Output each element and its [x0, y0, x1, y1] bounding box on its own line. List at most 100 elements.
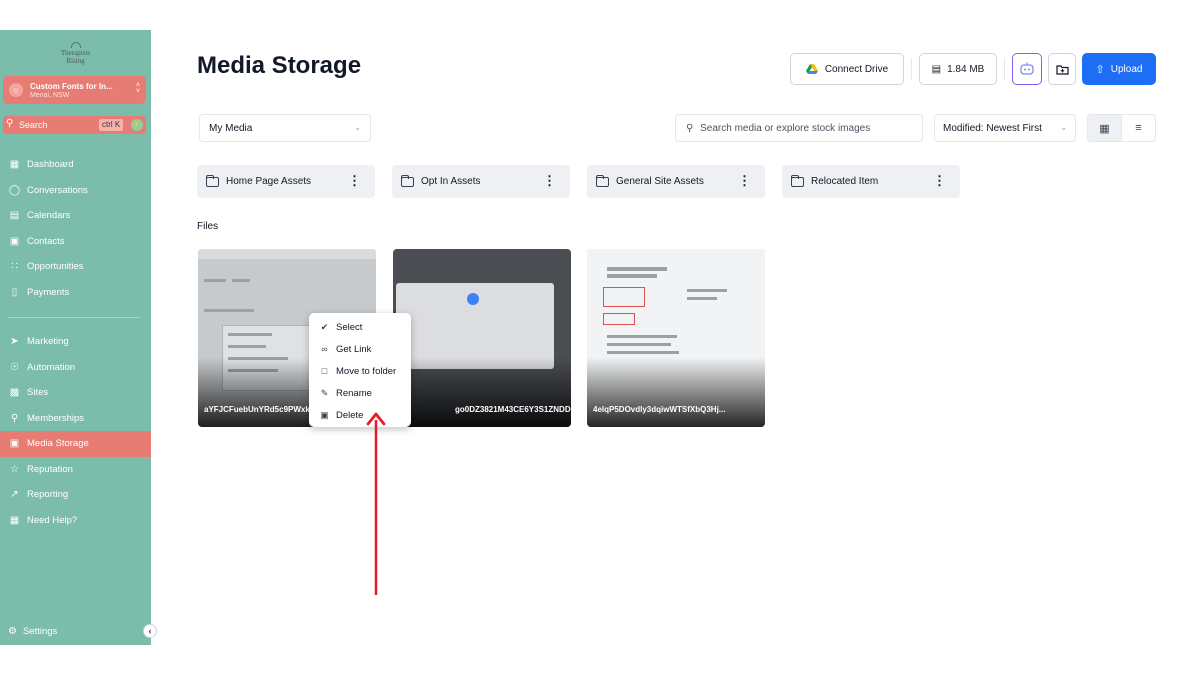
contacts-icon: ▣ — [9, 235, 20, 247]
rename-icon: ✎ — [320, 387, 329, 398]
folder-name: Home Page Assets — [226, 176, 312, 187]
header-separator — [911, 58, 912, 80]
sidebar-item-label: Sites — [27, 387, 49, 399]
sidebar-item-calendars[interactable]: ▤ Calendars — [0, 203, 151, 229]
kebab-menu-icon[interactable]: ⋮ — [933, 173, 946, 189]
sidebar-search[interactable]: ⚲ Search ctrl K ⚡ — [3, 116, 146, 134]
connect-drive-button[interactable]: Connect Drive — [790, 53, 904, 85]
sidebar-item-reputation[interactable]: ☆ Reputation — [0, 457, 151, 483]
menu-item-select[interactable]: ✔ Select — [309, 316, 411, 338]
logo-mark-icon — [70, 42, 81, 48]
calendar-icon: ▤ — [9, 210, 20, 222]
star-icon: ☆ — [10, 463, 19, 475]
sidebar-item-settings[interactable]: ⚙ Settings — [8, 626, 57, 637]
folder-select[interactable]: My Media ⌄ — [199, 114, 371, 142]
ai-assistant-button[interactable] — [1012, 53, 1042, 85]
trend-icon: ↗ — [10, 489, 19, 501]
search-icon: ⚲ — [6, 118, 14, 129]
header-separator — [1004, 58, 1005, 80]
media-search-placeholder: Search media or explore stock images — [700, 123, 871, 134]
upload-label: Upload — [1110, 63, 1143, 75]
sidebar-item-label: Opportunities — [27, 261, 84, 273]
kebab-menu-icon[interactable]: ⋮ — [738, 173, 751, 189]
menu-item-label: Get Link — [336, 343, 372, 355]
folder-icon — [791, 174, 804, 187]
file-card[interactable]: 4elqP5DOvdly3dqiwWTSfXbQ3Hj... — [587, 249, 765, 427]
bolt-icon[interactable]: ⚡ — [131, 119, 143, 131]
account-name: Custom Fonts for In... — [30, 82, 113, 91]
send-icon: ➤ — [10, 336, 19, 348]
sidebar-item-label: Conversations — [27, 184, 88, 196]
storage-used-value: 1.84 MB — [947, 63, 985, 75]
sidebar-item-marketing[interactable]: ➤ Marketing — [0, 329, 151, 355]
membership-icon: ⚲ — [10, 412, 19, 424]
trash-icon: ▣ — [320, 409, 329, 420]
payments-icon: ▯ — [11, 286, 18, 298]
menu-item-delete[interactable]: ▣ Delete — [309, 404, 411, 426]
view-toggle: ▦ ≡ — [1087, 114, 1156, 142]
logo: Therapists Rising — [0, 42, 151, 65]
new-folder-button[interactable] — [1048, 53, 1076, 85]
search-icon: ⚲ — [686, 123, 694, 134]
media-search-input[interactable]: ⚲ Search media or explore stock images — [675, 114, 923, 142]
list-view-icon[interactable]: ≡ — [1122, 115, 1155, 141]
annotation-arrow — [366, 412, 386, 595]
sidebar-item-opportunities[interactable]: ∷ Opportunities — [0, 254, 151, 280]
storage-usage-button[interactable]: ▤ 1.84 MB — [919, 53, 997, 85]
automation-icon: ☉ — [10, 361, 19, 373]
folder-icon — [206, 174, 219, 187]
search-shortcut: ctrl K — [99, 119, 124, 131]
sidebar-item-sites[interactable]: ▩ Sites — [0, 380, 151, 406]
menu-item-label: Move to folder — [336, 365, 397, 377]
kebab-menu-icon[interactable]: ⋮ — [348, 173, 361, 189]
collapse-sidebar-button[interactable]: ‹ — [143, 624, 157, 638]
folder-card[interactable]: General Site Assets ⋮ — [587, 165, 765, 198]
thumbnail-overlay — [587, 357, 765, 427]
sidebar-item-label: Calendars — [27, 210, 71, 222]
menu-item-move-to-folder[interactable]: □ Move to folder — [309, 360, 411, 382]
folder-plus-icon — [1055, 64, 1069, 75]
folder-card[interactable]: Home Page Assets ⋮ — [197, 165, 375, 198]
connect-drive-label: Connect Drive — [824, 63, 889, 75]
file-name: 4elqP5DOvdly3dqiwWTSfXbQ3Hj... — [593, 405, 726, 414]
sort-select[interactable]: Modified: Newest First ⌄ — [934, 114, 1076, 142]
chevron-updown-icon: ˄ ˅ — [135, 82, 140, 95]
sort-select-value: Modified: Newest First — [943, 123, 1042, 134]
folder-card[interactable]: Opt In Assets ⋮ — [392, 165, 570, 198]
logo-line-1: Therapists — [60, 49, 91, 57]
account-switcher[interactable]: ○ Custom Fonts for In... Menai, NSW ˄ ˅ — [3, 76, 146, 104]
folder-card[interactable]: Relocated Item ⋮ — [782, 165, 960, 198]
file-name: aYFJCFuebUnYRd5c9PWxk — [204, 405, 310, 414]
sidebar-item-label: Need Help? — [27, 514, 78, 526]
sidebar-item-label: Reputation — [27, 463, 73, 475]
sidebar-search-label: Search — [19, 120, 48, 130]
chat-icon: ◯ — [8, 184, 21, 196]
sidebar-item-conversations[interactable]: ◯ Conversations — [0, 178, 151, 204]
sidebar-item-media-storage[interactable]: ▣ Media Storage — [0, 431, 151, 457]
sidebar-item-need-help[interactable]: ▦ Need Help? — [0, 508, 151, 534]
folder-name: Opt In Assets — [421, 176, 481, 187]
sidebar-divider — [8, 317, 140, 318]
file-card[interactable]: go0DZ3821M43CE6Y3S1ZNDD... — [393, 249, 571, 427]
menu-item-rename[interactable]: ✎ Rename — [309, 382, 411, 404]
sidebar-item-contacts[interactable]: ▣ Contacts — [0, 229, 151, 255]
kebab-menu-icon[interactable]: ⋮ — [543, 173, 556, 189]
menu-item-get-link[interactable]: ∞ Get Link — [309, 338, 411, 360]
upload-button[interactable]: ⇧ Upload — [1082, 53, 1156, 85]
page-title: Media Storage — [197, 52, 362, 79]
menu-item-label: Select — [336, 321, 363, 333]
grid-view-icon[interactable]: ▦ — [1088, 115, 1122, 141]
sidebar: Therapists Rising ○ Custom Fonts for In.… — [0, 30, 157, 645]
sidebar-item-memberships[interactable]: ⚲ Memberships — [0, 406, 151, 432]
folder-icon — [401, 174, 414, 187]
sidebar-item-reporting[interactable]: ↗ Reporting — [0, 482, 151, 508]
app-window: Therapists Rising ○ Custom Fonts for In.… — [0, 0, 1200, 675]
account-location: Menai, NSW — [30, 92, 70, 99]
sidebar-item-payments[interactable]: ▯ Payments — [0, 280, 151, 306]
sidebar-item-label: Memberships — [27, 412, 85, 424]
sidebar-item-label: Contacts — [27, 235, 65, 247]
sidebar-item-automation[interactable]: ☉ Automation — [0, 355, 151, 381]
google-drive-icon — [805, 64, 818, 74]
folder-name: General Site Assets — [616, 176, 704, 187]
sidebar-item-dashboard[interactable]: ▦ Dashboard — [0, 152, 151, 178]
